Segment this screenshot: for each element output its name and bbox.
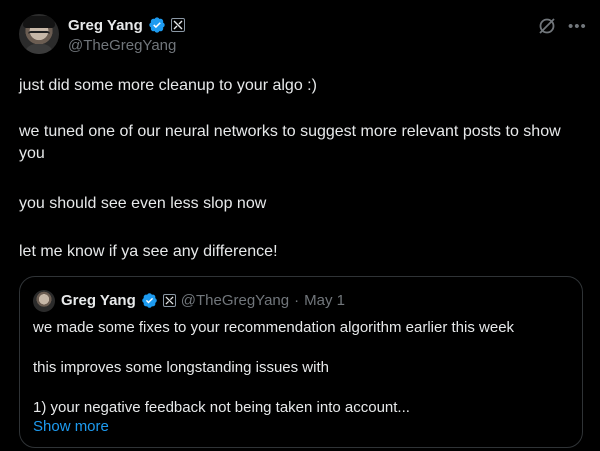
post-text-line-1: just did some more cleanup to your algo … [19, 77, 317, 94]
avatar-glasses [28, 31, 50, 39]
show-more-link[interactable]: Show more [33, 418, 109, 435]
author-avatar[interactable] [19, 14, 59, 54]
xai-affiliation-icon [162, 294, 176, 307]
quoted-text-line-2: this improves some longstanding issues w… [33, 359, 329, 376]
author-display-name[interactable]: Greg Yang [68, 17, 143, 34]
quoted-text-line-1: we made some fixes to your recommendatio… [33, 319, 515, 336]
verified-badge-icon [149, 17, 165, 33]
verified-badge-icon [142, 293, 157, 308]
quoted-post[interactable]: Greg Yang @TheGregYang · May 1 we made s… [19, 276, 583, 448]
post-card: Greg Yang @TheGregYang ••• just did some… [0, 0, 600, 451]
quoted-separator: · [294, 292, 300, 309]
author-name-row: Greg Yang [68, 16, 185, 34]
quoted-date: May 1 [304, 292, 345, 309]
xai-logo-icon [173, 20, 183, 30]
more-options-icon[interactable]: ••• [568, 18, 587, 35]
quoted-handle: @TheGregYang [180, 292, 290, 309]
quoted-text-line-3: 1) your negative feedback not being take… [33, 399, 410, 416]
grok-icon[interactable] [537, 16, 557, 36]
quoted-author-avatar [33, 290, 55, 312]
xai-affiliation-icon[interactable] [170, 18, 185, 32]
post-text-line-2: we tuned one of our neural networks to s… [19, 123, 561, 162]
xai-logo-icon [165, 296, 174, 305]
post-text-line-3: you should see even less slop now [19, 195, 267, 212]
avatar-hair [23, 16, 55, 28]
post-text-line-4: let me know if ya see any difference! [19, 243, 278, 260]
quoted-display-name: Greg Yang [61, 292, 136, 309]
author-handle[interactable]: @TheGregYang [68, 37, 176, 54]
avatar-shirt [24, 44, 54, 54]
quoted-post-header: Greg Yang @TheGregYang · May 1 [61, 292, 345, 309]
